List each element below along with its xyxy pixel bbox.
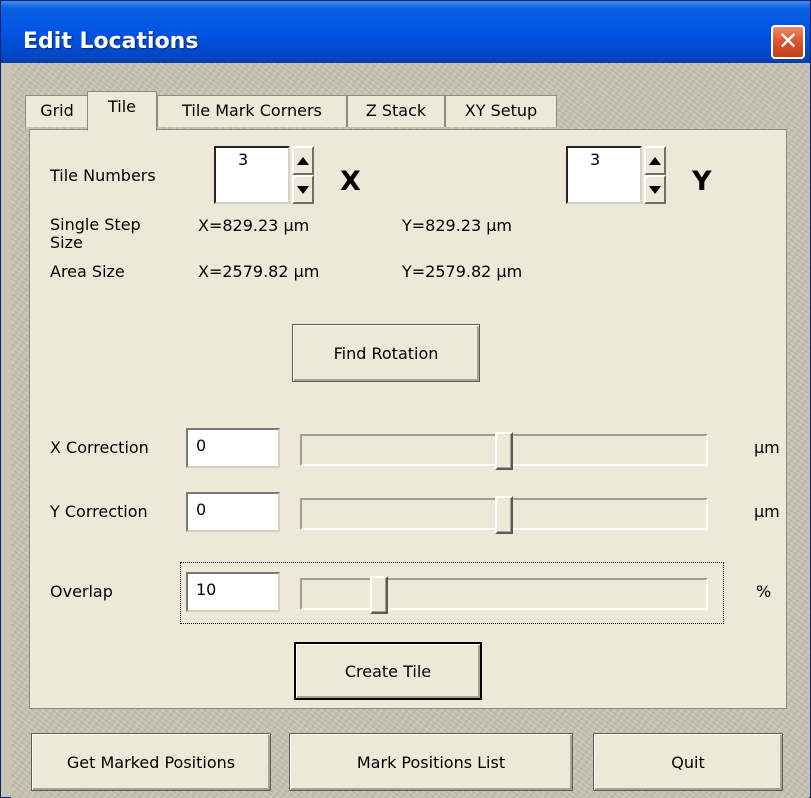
area-size-x-value: X=2579.82 µm	[198, 262, 320, 281]
overlap-slider-thumb[interactable]	[369, 576, 388, 614]
window-title: Edit Locations	[23, 29, 199, 54]
x-correction-unit: µm	[754, 438, 780, 457]
find-rotation-button[interactable]: Find Rotation	[292, 324, 480, 382]
close-icon: ✕	[777, 27, 799, 55]
quit-button[interactable]: Quit	[593, 733, 783, 791]
tab-xy-setup-label: XY Setup	[464, 101, 538, 120]
x-correction-label: X Correction	[50, 438, 149, 457]
y-correction-slider[interactable]	[300, 496, 708, 534]
overlap-unit: %	[756, 582, 772, 601]
x-correction-slider[interactable]	[300, 432, 708, 470]
y-correction-input[interactable]: 0	[186, 492, 280, 532]
tab-tile-mark-corners-label: Tile Mark Corners	[182, 101, 322, 120]
mark-positions-list-label: Mark Positions List	[356, 752, 506, 772]
single-step-y-value: Y=829.23 µm	[402, 216, 513, 235]
area-size-label: Area Size	[50, 262, 125, 281]
tab-grid-label: Grid	[40, 101, 74, 120]
y-correction-unit: µm	[754, 502, 780, 521]
create-tile-button[interactable]: Create Tile	[294, 642, 482, 700]
tab-grid[interactable]: Grid	[25, 95, 89, 127]
x-axis-label: X	[340, 166, 361, 197]
tab-z-stack[interactable]: Z Stack	[347, 95, 445, 127]
create-tile-label: Create Tile	[344, 661, 432, 681]
arrow-up-icon	[297, 156, 309, 165]
mark-positions-list-button[interactable]: Mark Positions List	[289, 733, 573, 791]
x-correction-input[interactable]: 0	[186, 428, 280, 468]
tile-tab-page: Tile Numbers 3 X 3 Y Single Step Size X=…	[29, 129, 787, 709]
get-marked-positions-button[interactable]: Get Marked Positions	[31, 733, 271, 791]
arrow-down-icon	[649, 185, 661, 194]
tile-x-up-button[interactable]	[292, 146, 314, 175]
tab-tile-mark-corners[interactable]: Tile Mark Corners	[157, 95, 347, 127]
tab-xy-setup[interactable]: XY Setup	[445, 95, 557, 127]
tile-x-down-button[interactable]	[292, 175, 314, 204]
tile-y-up-button[interactable]	[644, 146, 666, 175]
overlap-slider[interactable]	[300, 576, 708, 614]
overlap-input[interactable]: 10	[186, 572, 280, 612]
tab-tile-label: Tile	[107, 97, 136, 116]
y-correction-label: Y Correction	[50, 502, 148, 521]
tab-z-stack-label: Z Stack	[365, 101, 427, 120]
area-size-y-value: Y=2579.82 µm	[402, 262, 523, 281]
y-axis-label: Y	[692, 166, 712, 197]
edit-locations-window: Edit Locations ✕ Grid Tile Tile Mark Cor…	[0, 0, 811, 798]
get-marked-positions-label: Get Marked Positions	[66, 752, 236, 772]
tile-x-spinner	[292, 146, 314, 204]
close-button[interactable]: ✕	[771, 25, 805, 59]
overlap-label: Overlap	[50, 582, 113, 601]
title-bar[interactable]: Edit Locations ✕	[1, 1, 810, 63]
tile-y-down-button[interactable]	[644, 175, 666, 204]
y-correction-slider-thumb[interactable]	[495, 496, 513, 534]
tile-x-input[interactable]: 3	[214, 146, 290, 204]
tile-numbers-label: Tile Numbers	[50, 166, 156, 185]
find-rotation-label: Find Rotation	[333, 343, 439, 363]
tile-y-input[interactable]: 3	[566, 146, 642, 204]
single-step-label: Single Step Size	[50, 215, 141, 252]
single-step-x-value: X=829.23 µm	[198, 216, 310, 235]
tab-tile[interactable]: Tile	[87, 91, 157, 131]
x-correction-slider-thumb[interactable]	[495, 432, 513, 470]
tile-y-spinner	[644, 146, 666, 204]
arrow-down-icon	[297, 185, 309, 194]
quit-label: Quit	[671, 752, 705, 772]
arrow-up-icon	[649, 156, 661, 165]
